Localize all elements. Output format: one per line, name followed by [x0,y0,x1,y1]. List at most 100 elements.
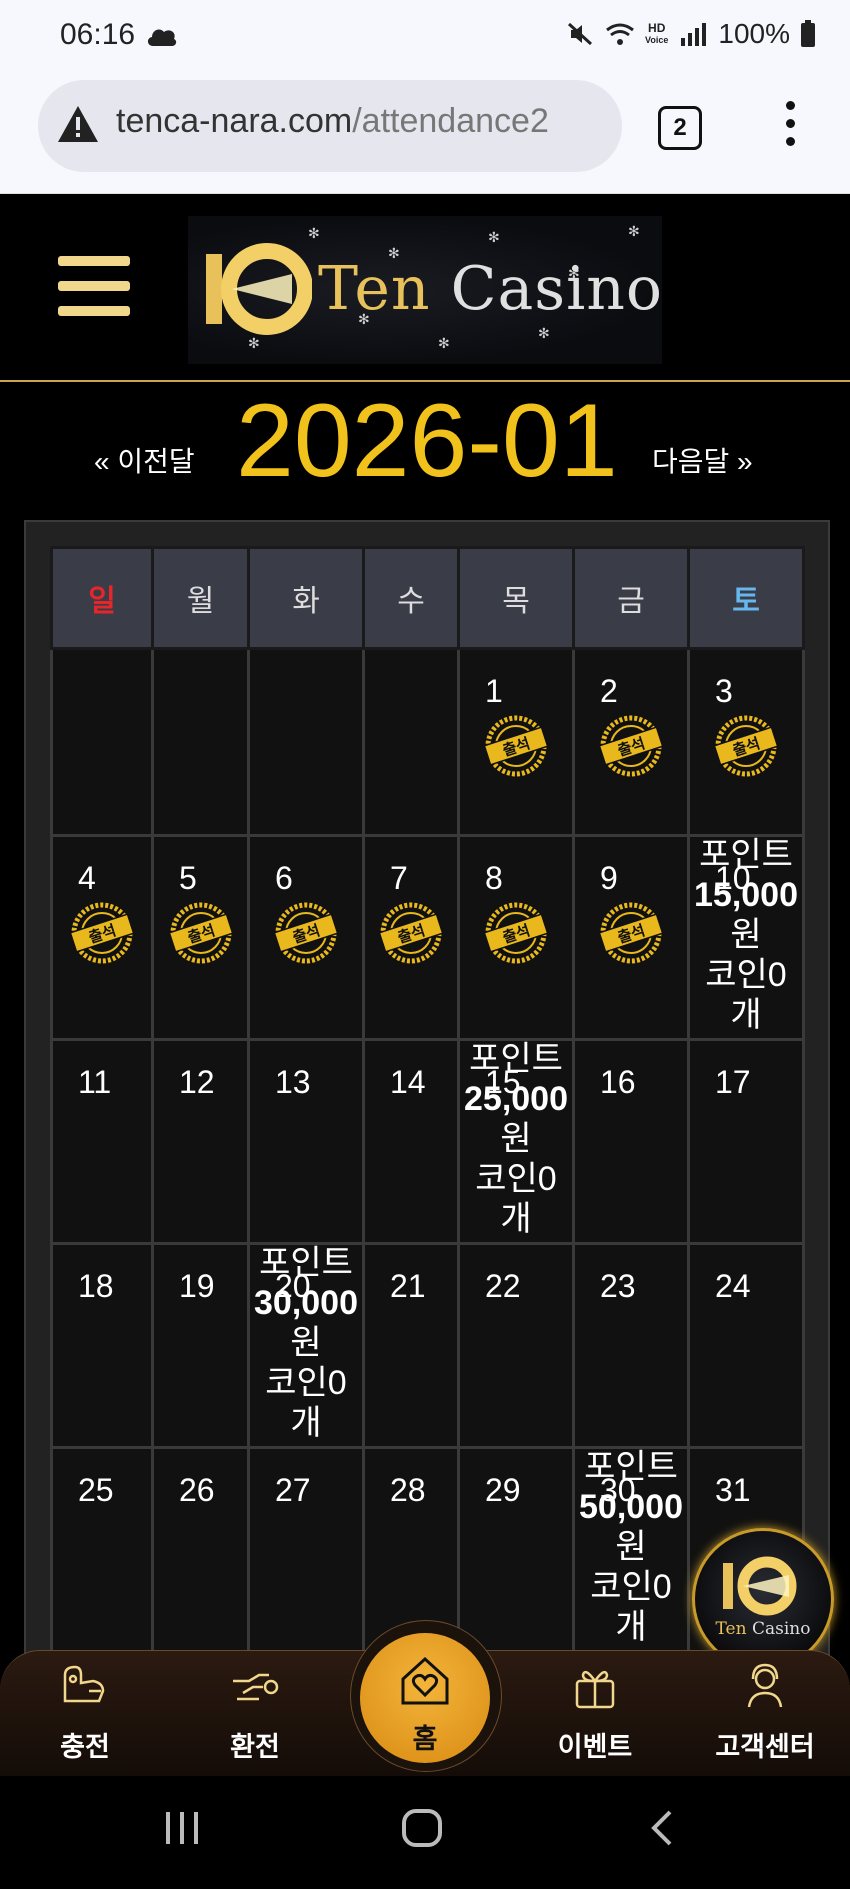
day-number: 14 [390,1064,426,1100]
svg-text:출석: 출석 [615,921,647,947]
nav-exchange[interactable]: 환전 [190,1651,320,1777]
nav-charge-label: 충전 [60,1732,110,1763]
weekday-header: 일 [50,546,154,650]
day-number: 3 [715,673,733,709]
battery-percent: 100% [718,18,790,49]
calendar-day-cell[interactable]: 17 [687,1038,805,1245]
calendar-day-cell[interactable]: 4 출석 [50,834,154,1041]
next-month-link[interactable]: 다음달 » [652,440,753,480]
day-number: 31 [715,1472,751,1508]
reward-coin: 코인0 [475,1160,557,1198]
day-number: 11 [78,1064,112,1100]
reward-coin: 코인0 [590,1568,672,1606]
calendar-day-cell[interactable]: 13 [247,1038,365,1245]
reward-coin: 코인0 [705,956,787,994]
calendar-day-cell[interactable]: 26 [151,1446,250,1653]
calendar-day-cell[interactable]: 3 출석 [687,647,805,837]
day-number: 12 [179,1064,215,1100]
calendar-day-cell[interactable]: 22 [457,1242,575,1449]
calendar-day-cell[interactable]: 12 [151,1038,250,1245]
day-number: 17 [715,1064,751,1100]
recent-apps-icon[interactable] [160,1808,204,1848]
day-number: 8 [485,860,503,896]
url-text[interactable]: tenca-nara.com/attendance2 [116,102,616,141]
day-number: 28 [390,1472,426,1508]
nav-event[interactable]: 이벤트 [530,1651,660,1777]
calendar-day-cell[interactable]: 27 [247,1446,365,1653]
calendar-day-cell [151,647,250,837]
calendar-day-cell[interactable]: 6 출석 [247,834,365,1041]
home-heart-icon [401,1656,449,1705]
browser-menu-icon[interactable] [784,101,796,153]
calendar-day-cell[interactable]: 25 [50,1446,154,1653]
calendar-day-cell[interactable]: 7 출석 [362,834,460,1041]
weekday-header: 목 [457,546,575,650]
calendar-day-cell[interactable]: 18 [50,1242,154,1449]
address-bar[interactable]: tenca-nara.com/attendance2 [38,80,622,172]
calendar-day-cell[interactable]: 24 [687,1242,805,1449]
nav-support[interactable]: 고객센터 [700,1651,830,1777]
calendar-day-cell[interactable]: 14 [362,1038,460,1245]
reward-amount: 50,000 [579,1488,683,1526]
nav-charge[interactable]: 충전 [20,1651,150,1777]
nav-home-label: 홈 [412,1724,438,1755]
reward-info: 포인트 25,000 원 코인0 개 [454,1039,578,1239]
calendar-day-cell[interactable]: 20 포인트 30,000 원 코인0 개 [247,1242,365,1449]
reward-info: 포인트 30,000 원 코인0 개 [244,1243,368,1443]
weekday-header: 금 [572,546,690,650]
nav-support-label: 고객센터 [715,1732,815,1763]
back-nav-icon[interactable] [640,1808,684,1848]
calendar-day-cell[interactable]: 23 [572,1242,690,1449]
reward-coin-unit: 개 [290,1404,322,1442]
calendar-day-cell[interactable]: 29 [457,1446,575,1653]
svg-text:출석: 출석 [615,734,647,760]
cloud-sync-icon [147,29,177,46]
calendar-week-row: 11 12 13 14 15 포인트 25,000 원 코인0 개 16 17 [50,1038,805,1245]
calendar-day-cell[interactable]: 8 출석 [457,834,575,1041]
svg-text:출석: 출석 [395,921,427,947]
calendar-day-cell[interactable]: 16 [572,1038,690,1245]
prev-month-link[interactable]: « 이전달 [94,440,195,480]
nav-home-button[interactable]: 홈 [360,1633,490,1763]
calendar-day-cell [362,647,460,837]
svg-text:출석: 출석 [290,921,322,947]
calendar-day-cell[interactable]: 10 포인트 15,000 원 코인0 개 [687,834,805,1041]
reward-coin-unit: 개 [615,1608,647,1646]
calendar-day-cell[interactable]: 15 포인트 25,000 원 코인0 개 [457,1038,575,1245]
calendar-day-cell[interactable]: 11 [50,1038,154,1245]
logo-wordmark: Ten Casino [318,254,662,324]
attendance-calendar: 일월화수목금토 1 출석 2 출석 3 출석 4 출석 5 출석 6 출석 7 출석 8 출석 9 출석 10 포인트… [24,520,830,1724]
calendar-day-cell[interactable]: 21 [362,1242,460,1449]
reward-label: 포인트 [259,1244,353,1282]
attendance-stamp-icon: 출석 [273,902,339,964]
home-nav-icon[interactable] [400,1808,444,1848]
battery-icon [801,20,815,47]
browser-toolbar: tenca-nara.com/attendance2 2 [0,75,850,194]
calendar-day-cell[interactable]: 9 출석 [572,834,690,1041]
day-number: 7 [390,860,408,896]
reward-info: 포인트 50,000 원 코인0 개 [569,1447,693,1647]
weekday-header: 토 [687,546,805,650]
wifi-icon [606,23,634,45]
day-number: 21 [390,1268,426,1304]
svg-text:출석: 출석 [86,921,118,947]
tab-switcher-button[interactable]: 2 [658,106,702,150]
day-number: 27 [275,1472,311,1508]
weekday-header: 화 [247,546,365,650]
calendar-table: 일월화수목금토 1 출석 2 출석 3 출석 4 출석 5 출석 6 출석 7 출석 8 출석 9 출석 10 포인트… [50,546,805,1653]
not-secure-warning-icon[interactable] [56,104,100,144]
reward-unit: 원 [290,1324,322,1362]
calendar-day-cell[interactable]: 5 출석 [151,834,250,1041]
site-logo[interactable]: ✻ ✻ ✻ ✻ ✻ ✻ ✻ ✻ ✻ Ten Casino [188,216,662,364]
calendar-day-cell[interactable]: 1 출석 [457,647,575,837]
floating-casino-button[interactable]: Ten Casino [692,1528,834,1670]
calendar-day-cell[interactable]: 19 [151,1242,250,1449]
hamburger-menu-icon[interactable] [58,256,130,318]
reward-label: 포인트 [584,1448,678,1486]
attendance-stamp-icon: 출석 [598,715,664,777]
calendar-day-cell[interactable]: 30 포인트 50,000 원 코인0 개 [572,1446,690,1653]
day-number: 25 [78,1472,114,1508]
url-path: /attendance2 [352,102,549,140]
status-bar: 06:16 HD Voice 100% [0,0,850,75]
calendar-day-cell[interactable]: 2 출석 [572,647,690,837]
